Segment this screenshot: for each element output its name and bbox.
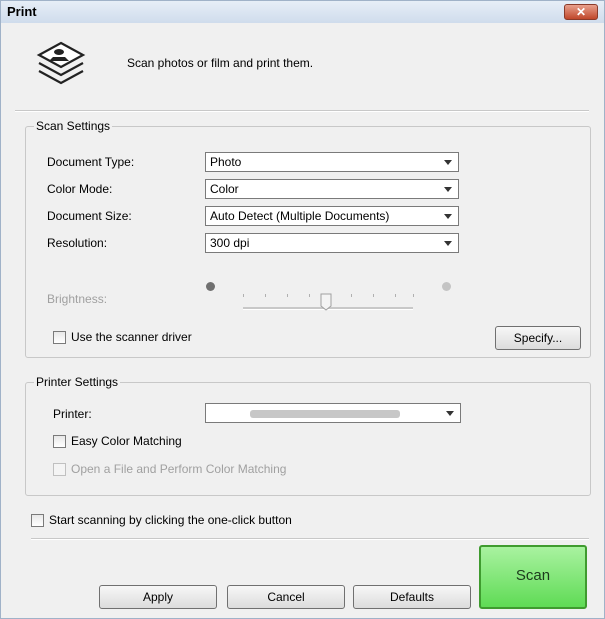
easy-color-matching-label: Easy Color Matching <box>71 434 182 448</box>
slider-tick <box>395 294 396 297</box>
slider-tick <box>351 294 352 297</box>
color-mode-select[interactable]: Color <box>205 179 459 199</box>
close-button[interactable]: ✕ <box>564 4 598 20</box>
open-file-color-matching-checkbox[interactable] <box>53 463 66 476</box>
chevron-down-icon <box>444 214 452 219</box>
resolution-select[interactable]: 300 dpi <box>205 233 459 253</box>
scan-print-icon <box>36 41 86 85</box>
document-type-select[interactable]: Photo <box>205 152 459 172</box>
dialog-header: Scan photos or film and print them. <box>1 23 604 108</box>
brightness-label: Brightness: <box>47 292 108 306</box>
one-click-scan-label: Start scanning by clicking the one-click… <box>49 513 292 527</box>
slider-tick <box>287 294 288 297</box>
use-scanner-driver-label: Use the scanner driver <box>71 330 192 344</box>
document-size-value: Auto Detect (Multiple Documents) <box>210 209 390 223</box>
slider-tick <box>265 294 266 297</box>
defaults-button[interactable]: Defaults <box>353 585 471 609</box>
easy-color-matching-checkbox[interactable] <box>53 435 66 448</box>
printer-select[interactable] <box>205 403 461 423</box>
slider-tick <box>413 294 414 297</box>
header-divider <box>15 110 589 112</box>
window-title: Print <box>7 4 37 19</box>
printer-label: Printer: <box>53 407 92 421</box>
open-file-color-matching-label: Open a File and Perform Color Matching <box>71 462 287 476</box>
scan-button[interactable]: Scan <box>479 545 587 609</box>
print-dialog: Print ✕ Scan photos or film and print th… <box>0 0 605 619</box>
cancel-button[interactable]: Cancel <box>227 585 345 609</box>
document-size-label: Document Size: <box>47 209 132 223</box>
slider-tick <box>373 294 374 297</box>
apply-button[interactable]: Apply <box>99 585 217 609</box>
chevron-down-icon <box>444 187 452 192</box>
printer-settings-legend: Printer Settings <box>34 375 121 389</box>
document-type-value: Photo <box>210 155 242 169</box>
brightness-slider-thumb[interactable] <box>320 293 332 311</box>
chevron-down-icon <box>444 160 452 165</box>
document-type-label: Document Type: <box>47 155 135 169</box>
slider-tick <box>243 294 244 297</box>
chevron-down-icon <box>446 411 454 416</box>
brightness-light-icon <box>442 282 451 291</box>
one-click-scan-checkbox[interactable] <box>31 514 44 527</box>
title-bar: Print ✕ <box>1 1 604 24</box>
printer-name-redacted <box>250 410 400 418</box>
use-scanner-driver-checkbox[interactable] <box>53 331 66 344</box>
resolution-label: Resolution: <box>47 236 108 250</box>
scan-settings-legend: Scan Settings <box>34 119 113 133</box>
close-icon: ✕ <box>575 5 587 19</box>
color-mode-value: Color <box>210 182 239 196</box>
document-size-select[interactable]: Auto Detect (Multiple Documents) <box>205 206 459 226</box>
resolution-value: 300 dpi <box>210 236 250 250</box>
footer-divider <box>31 538 589 540</box>
specify-button[interactable]: Specify... <box>495 326 581 350</box>
slider-tick <box>309 294 310 297</box>
dialog-description: Scan photos or film and print them. <box>127 56 314 70</box>
chevron-down-icon <box>444 241 452 246</box>
color-mode-label: Color Mode: <box>47 182 113 196</box>
brightness-dark-icon <box>206 282 215 291</box>
